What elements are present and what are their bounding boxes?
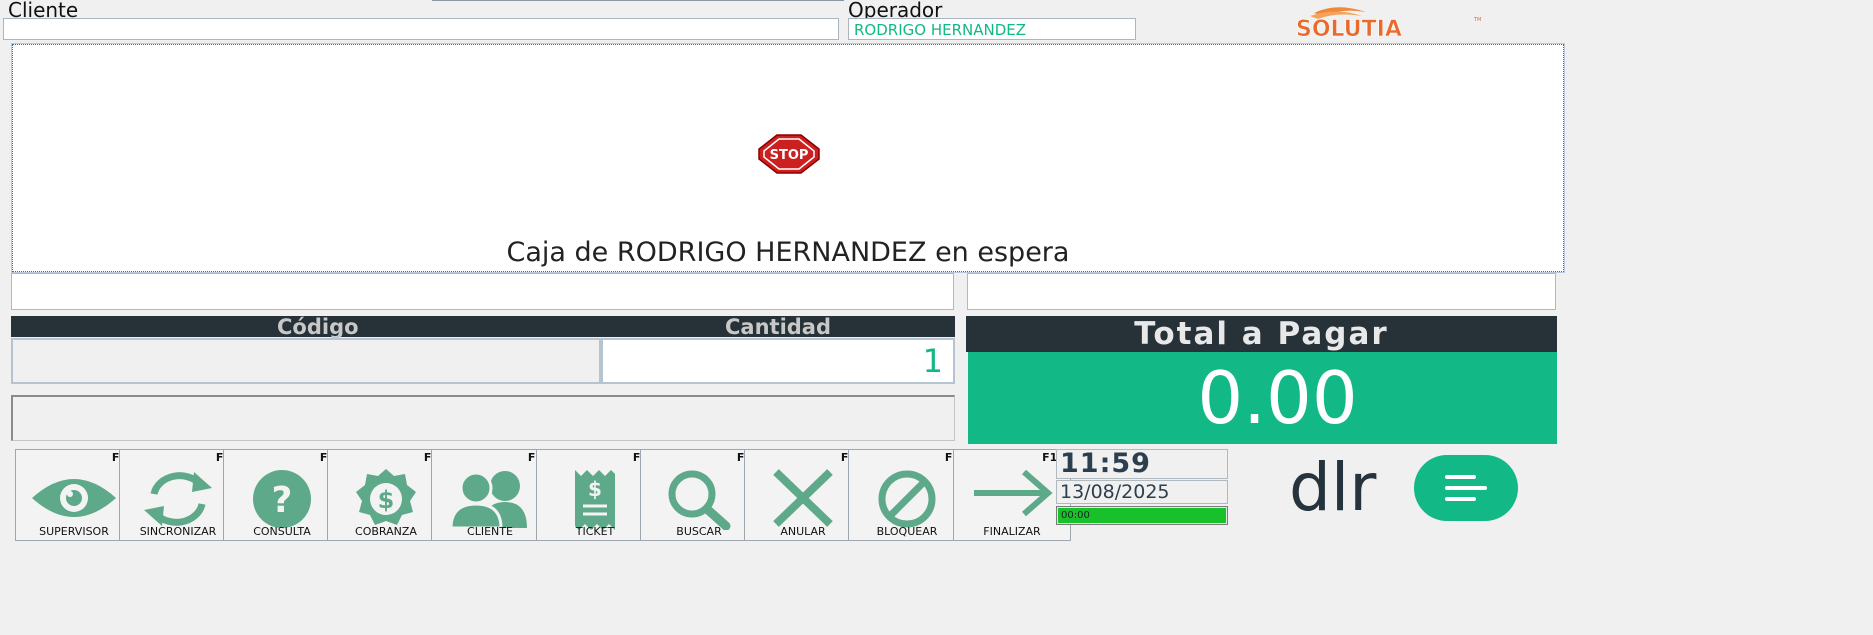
total-value: 0.00 [968, 352, 1557, 444]
fkey-caption: CLIENTE [467, 525, 513, 538]
fkey-caption: TICKET [575, 525, 615, 538]
fkey-ticket-button[interactable]: F6$TICKET [536, 449, 654, 541]
cliente-field[interactable] [3, 18, 839, 40]
fkey-cliente-button[interactable]: F5CLIENTE [431, 449, 549, 541]
stop-icon: STOP [758, 134, 820, 174]
fkey-caption: BLOQUEAR [876, 525, 938, 538]
svg-text:$: $ [378, 486, 395, 514]
cantidad-input[interactable]: 1 [601, 338, 955, 384]
fkey-cobranza-button[interactable]: F4$COBRANZA [327, 449, 445, 541]
clock-date: 13/08/2025 [1056, 480, 1228, 504]
codigo-input[interactable] [11, 338, 601, 384]
fkey-sincronizar-button[interactable]: F2SINCRONIZAR [119, 449, 237, 541]
stop-text: STOP [770, 148, 809, 163]
fkey-supervisor-button[interactable]: F1SUPERVISOR [15, 449, 133, 541]
solutia-logo: SOLUTIA TM [1296, 4, 1486, 42]
total-label: Total a Pagar [966, 316, 1557, 352]
fkey-caption: SINCRONIZAR [139, 525, 217, 538]
fkey-buscar-button[interactable]: F7BUSCAR [640, 449, 758, 541]
fkey-anular-button[interactable]: F8ANULAR [744, 449, 862, 541]
header-divider [432, 0, 844, 1]
fkey-caption: CONSULTA [253, 525, 311, 538]
entry-header-bar: Código Cantidad [11, 314, 955, 339]
description-field [11, 273, 954, 310]
clock-time: 11:59 [1056, 449, 1228, 479]
info-field-right [967, 273, 1556, 310]
fkey-caption: SUPERVISOR [39, 525, 109, 538]
svg-text:TM: TM [1473, 17, 1481, 23]
fkey-caption: BUSCAR [676, 525, 722, 538]
fkey-finalizar-button[interactable]: F12 FINALIZAR [953, 449, 1071, 541]
status-message: Caja de RODRIGO HERNANDEZ en espera [506, 237, 1070, 268]
menu-icon [1445, 475, 1487, 501]
svg-text:?: ? [272, 480, 293, 521]
fkey-caption: ANULAR [780, 525, 826, 538]
codigo-header: Código [277, 314, 359, 339]
timer-text: 00:00 [1058, 508, 1226, 523]
timer-bar: 00:00 [1056, 506, 1228, 525]
fkey-caption: FINALIZAR [983, 525, 1041, 538]
fkey-consulta-button[interactable]: F3?CONSULTA [223, 449, 341, 541]
svg-text:$: $ [588, 477, 602, 501]
brand-text: SOLUTIA [1296, 17, 1402, 40]
message-area [11, 395, 955, 441]
cantidad-header: Cantidad [725, 314, 832, 339]
operador-field: RODRIGO HERNANDEZ [848, 18, 1136, 40]
fkey-bloquear-button[interactable]: F9BLOQUEAR [848, 449, 966, 541]
dlr-text: dlr [1289, 450, 1377, 526]
main-display-panel: STOP Caja de RODRIGO HERNANDEZ en espera [11, 43, 1565, 273]
fkey-caption: COBRANZA [355, 525, 417, 538]
menu-button[interactable] [1414, 455, 1518, 521]
